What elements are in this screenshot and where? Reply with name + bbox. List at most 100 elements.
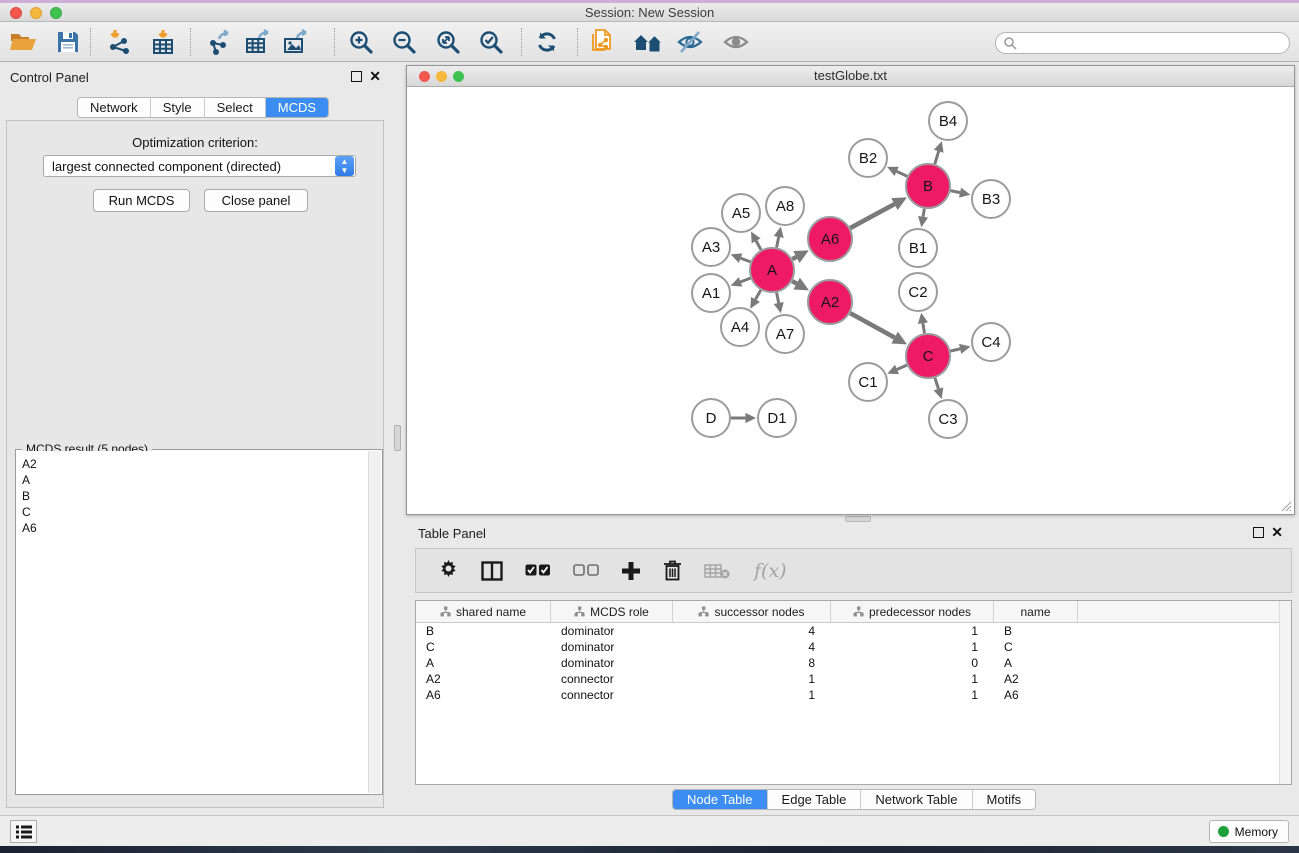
unselect-all-columns-button[interactable] (573, 564, 599, 577)
graph-node-A3[interactable]: A3 (692, 228, 730, 266)
zoom-network-icon[interactable] (453, 71, 464, 82)
tab-mcds[interactable]: MCDS (266, 98, 328, 117)
graph-node-C[interactable]: C (906, 334, 950, 378)
zoom-in-button[interactable] (343, 25, 379, 59)
column-header-label: MCDS role (590, 605, 649, 619)
float-table-panel-icon[interactable] (1253, 527, 1264, 538)
vertical-splitter-handle[interactable] (394, 425, 401, 451)
resize-grip-icon[interactable] (1280, 500, 1292, 512)
mcds-result-item[interactable]: C (22, 504, 368, 520)
mcds-list-scrollbar[interactable] (368, 451, 381, 793)
table-row[interactable]: A2connector11A2 (416, 671, 1291, 687)
column-header-MCDS-role[interactable]: MCDS role (551, 601, 673, 622)
float-panel-icon[interactable] (351, 71, 362, 82)
refresh-layout-button[interactable] (529, 25, 565, 59)
graph-node-A7[interactable]: A7 (766, 315, 804, 353)
task-history-button[interactable] (10, 820, 37, 843)
control-panel-header: Control Panel ✕ (0, 70, 390, 88)
zoom-selected-button[interactable] (473, 25, 509, 59)
graph-node-A[interactable]: A (750, 248, 794, 292)
close-table-panel-icon[interactable]: ✕ (1271, 524, 1283, 540)
graph-node-A1[interactable]: A1 (692, 274, 730, 312)
tab-edge-table[interactable]: Edge Table (768, 790, 862, 809)
graph-node-A8[interactable]: A8 (766, 187, 804, 225)
import-table-button[interactable] (145, 25, 181, 59)
graph-node-A6[interactable]: A6 (808, 217, 852, 261)
zoom-window-icon[interactable] (50, 7, 62, 19)
close-panel-icon[interactable]: ✕ (369, 68, 381, 84)
column-header-shared-name[interactable]: shared name (416, 601, 551, 622)
mcds-result-item[interactable]: A2 (22, 456, 368, 472)
tab-network-table[interactable]: Network Table (861, 790, 972, 809)
function-builder-button[interactable]: f(x) (754, 560, 787, 582)
zoom-fit-icon (435, 29, 461, 55)
graph-node-C1[interactable]: C1 (849, 363, 887, 401)
graph-node-C4[interactable]: C4 (972, 323, 1010, 361)
mcds-result-item[interactable]: A (22, 472, 368, 488)
add-row-button[interactable] (621, 561, 641, 581)
export-network-button[interactable] (202, 25, 238, 59)
gear-icon (438, 560, 459, 581)
table-row[interactable]: Cdominator41C (416, 639, 1291, 655)
delete-table-button[interactable] (704, 563, 730, 579)
trash-icon (663, 560, 682, 581)
node-table[interactable]: shared name MCDS role successor nodesprede… (415, 600, 1292, 785)
column-header-successor-nodes[interactable]: successor nodes (673, 601, 831, 622)
graph-node-D[interactable]: D (692, 399, 730, 437)
minimize-window-icon[interactable] (30, 7, 42, 19)
graph-node-B[interactable]: B (906, 164, 950, 208)
graph-node-C3[interactable]: C3 (929, 400, 967, 438)
close-window-icon[interactable] (10, 7, 22, 19)
show-graphics-details-button[interactable] (718, 25, 754, 59)
svg-text:A3: A3 (702, 239, 720, 256)
graph-node-C2[interactable]: C2 (899, 273, 937, 311)
network-graph-canvas[interactable]: B4 B2 B B3 A5A8A6 A3 B1 A A1 C2 A2 A4 A7 C4 C C1 D D1 C3 (407, 87, 1294, 514)
tab-select[interactable]: Select (205, 98, 266, 117)
search-box[interactable] (995, 32, 1290, 54)
column-header-name[interactable]: name (994, 601, 1078, 622)
close-network-icon[interactable] (419, 71, 430, 82)
graph-node-B3[interactable]: B3 (972, 180, 1010, 218)
open-session-button[interactable] (5, 25, 41, 59)
mcds-result-item[interactable]: A6 (22, 520, 368, 536)
graph-node-A5[interactable]: A5 (722, 194, 760, 232)
criterion-dropdown[interactable]: largest connected component (directed) ▲… (43, 155, 356, 177)
minimize-network-icon[interactable] (436, 71, 447, 82)
show-columns-button[interactable] (481, 561, 503, 581)
tab-node-table[interactable]: Node Table (673, 790, 768, 809)
select-all-columns-button[interactable] (525, 564, 551, 577)
export-table-button[interactable] (240, 25, 276, 59)
table-row[interactable]: A6connector11A6 (416, 687, 1291, 703)
graph-node-B1[interactable]: B1 (899, 229, 937, 267)
tab-network[interactable]: Network (78, 98, 151, 117)
close-panel-button[interactable]: Close panel (204, 189, 308, 212)
column-header-predecessor-nodes[interactable]: predecessor nodes (831, 601, 994, 622)
memory-button[interactable]: Memory (1209, 820, 1289, 843)
export-image-button[interactable] (278, 25, 314, 59)
graph-node-D1[interactable]: D1 (758, 399, 796, 437)
tab-style[interactable]: Style (151, 98, 205, 117)
save-session-button[interactable] (50, 25, 86, 59)
delete-rows-button[interactable] (663, 560, 682, 581)
svg-text:A4: A4 (731, 319, 749, 336)
table-settings-button[interactable] (438, 560, 459, 581)
hide-graphics-details-button[interactable] (672, 25, 708, 59)
graph-node-A2[interactable]: A2 (808, 280, 852, 324)
graph-node-A4[interactable]: A4 (721, 308, 759, 346)
run-mcds-button[interactable]: Run MCDS (93, 189, 190, 212)
table-scrollbar[interactable] (1279, 601, 1291, 784)
graph-node-B4[interactable]: B4 (929, 102, 967, 140)
search-input[interactable] (1017, 34, 1289, 52)
tab-motifs[interactable]: Motifs (973, 790, 1036, 809)
mcds-result-list[interactable]: A2ABCA6 (17, 451, 368, 793)
import-network-button[interactable] (102, 25, 138, 59)
table-panel: Table Panel ✕ (405, 522, 1295, 815)
table-row[interactable]: Bdominator41B (416, 623, 1291, 639)
table-row[interactable]: Adominator80A (416, 655, 1291, 671)
zoom-fit-button[interactable] (430, 25, 466, 59)
home-layout-button[interactable] (630, 25, 666, 59)
mcds-result-item[interactable]: B (22, 488, 368, 504)
graph-node-B2[interactable]: B2 (849, 139, 887, 177)
network-from-file-button[interactable] (584, 25, 620, 59)
zoom-out-button[interactable] (386, 25, 422, 59)
